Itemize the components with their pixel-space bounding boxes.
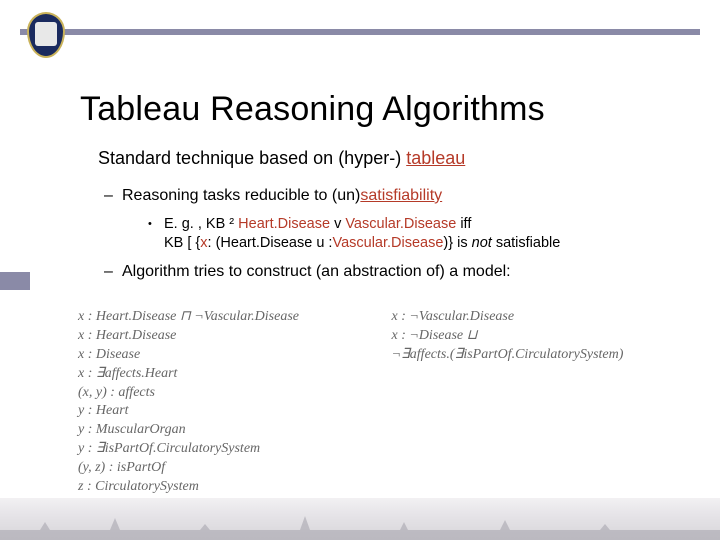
ex-l2-vasc: Vascular.Disease: [332, 235, 443, 251]
math-line: ¬∃affects.(∃isPartOf.CirculatorySystem): [392, 346, 672, 365]
main-statement-keyword: tableau: [406, 148, 465, 168]
header-rule: [20, 29, 700, 35]
ex-l2-not: not: [472, 235, 492, 251]
ex-l1-iff: iff: [456, 216, 471, 232]
ex-l1-vascular: Vascular.Disease: [341, 216, 456, 232]
math-line: x : Heart.Disease: [78, 327, 378, 346]
math-line: x : ∃affects.Heart: [78, 365, 378, 384]
ex-l2-mid1: : (Heart.Disease: [208, 235, 317, 251]
math-line: y : Heart: [78, 402, 378, 421]
math-line: x : Heart.Disease ⊓ ¬Vascular.Disease: [78, 308, 378, 327]
ex-l2-sym: [ {: [187, 235, 200, 251]
math-line: y : ∃isPartOf.CirculatorySystem: [78, 440, 378, 459]
main-statement: Standard technique based on (hyper-) tab…: [98, 148, 465, 169]
model-right-column: x : ¬Vascular.Disease x : ¬Disease ⊔ ¬∃a…: [392, 308, 672, 365]
university-crest-icon: [27, 12, 65, 58]
footer-skyline-icon: [0, 512, 720, 540]
math-line: x : ¬Disease ⊔: [392, 327, 672, 346]
model-construction: x : Heart.Disease ⊓ ¬Vascular.Disease x …: [78, 308, 680, 497]
ex-l2-x: x: [200, 235, 207, 251]
example-text: E. g. , KB ² Heart.Disease v Vascular.Di…: [164, 215, 560, 252]
bullet-reducible-pre: Reasoning tasks reducible to (un): [122, 187, 360, 204]
math-line: z : CirculatorySystem: [78, 478, 378, 497]
bullet-algorithm: Algorithm tries to construct (an abstrac…: [122, 263, 511, 281]
math-line: (y, z) : isPartOf: [78, 459, 378, 478]
model-left-column: x : Heart.Disease ⊓ ¬Vascular.Disease x …: [78, 308, 378, 497]
math-line: (x, y) : affects: [78, 384, 378, 403]
slide-title: Tableau Reasoning Algorithms: [80, 90, 545, 129]
bullet-reducible-keyword: satisfiability: [360, 187, 442, 204]
ex-l2-end: )} is: [443, 235, 471, 251]
ex-l1-pre: E. g. , KB: [164, 216, 229, 232]
math-line: y : MuscularOrgan: [78, 421, 378, 440]
ex-l2-pre: KB: [164, 235, 187, 251]
ex-l2-sat: satisfiable: [492, 235, 561, 251]
side-accent: [0, 272, 30, 290]
math-line: x : ¬Vascular.Disease: [392, 308, 672, 327]
ex-l1-heart: Heart.Disease: [234, 216, 334, 232]
main-statement-pre: Standard technique based on (hyper-): [98, 148, 406, 168]
math-line: x : Disease: [78, 346, 378, 365]
bullet-reducible: Reasoning tasks reducible to (un)satisfi…: [122, 187, 442, 205]
